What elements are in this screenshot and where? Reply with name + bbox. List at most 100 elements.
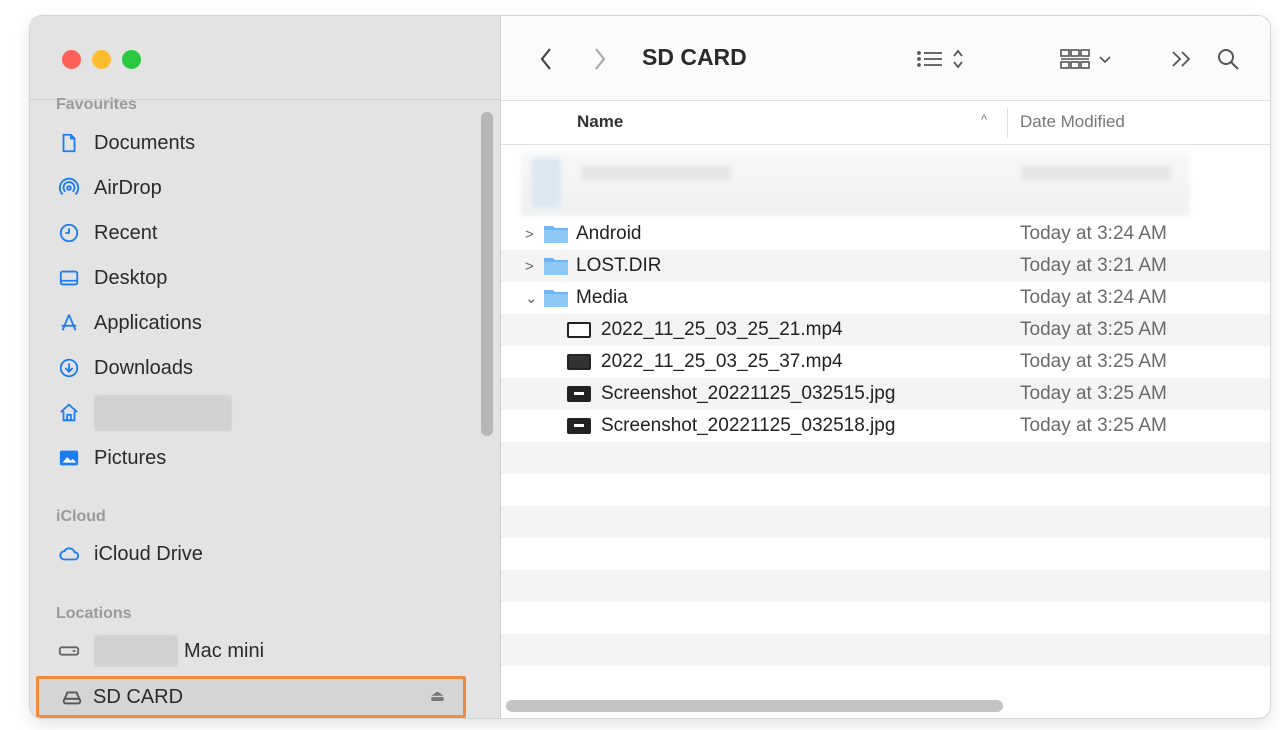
file-row-image[interactable]: Screenshot_20221125_032518.jpg Today at … (501, 410, 1270, 442)
file-date: Today at 3:24 AM (1020, 287, 1167, 308)
empty-row (501, 570, 1270, 602)
file-date: Today at 3:25 AM (1020, 319, 1167, 340)
sidebar-item-applications[interactable]: Applications (56, 305, 202, 341)
finder-window: Favourites Documents AirDrop Recent Desk… (30, 16, 1270, 718)
empty-row (501, 634, 1270, 666)
file-row-lost-dir[interactable]: > LOST.DIR Today at 3:21 AM (501, 250, 1270, 282)
eject-icon[interactable]: ⏏ (430, 686, 445, 706)
mac-mini-icon (56, 638, 82, 664)
sidebar-item-sd-card[interactable]: SD CARD ⏏ (36, 676, 466, 718)
file-date: Today at 3:24 AM (1020, 223, 1167, 244)
file-row-video[interactable]: 2022_11_25_03_25_21.mp4 Today at 3:25 AM (501, 314, 1270, 346)
sidebar-section-locations: Locations (56, 605, 132, 622)
sidebar-item-downloads[interactable]: Downloads (56, 350, 193, 386)
empty-row (501, 442, 1270, 474)
file-name: Android (576, 223, 642, 244)
sidebar-section-favourites: Favourites (56, 96, 137, 113)
file-name: Screenshot_20221125_032515.jpg (601, 383, 896, 404)
sidebar-item-label: Documents (94, 131, 196, 154)
more-button[interactable] (1165, 42, 1199, 76)
chevron-right-icon[interactable]: > (525, 226, 541, 243)
folder-icon (544, 258, 568, 275)
file-name: LOST.DIR (576, 255, 662, 276)
file-date: Today at 3:21 AM (1020, 255, 1167, 276)
window-controls (62, 50, 141, 69)
empty-row (501, 506, 1270, 538)
video-file-icon (567, 322, 591, 338)
redacted-computer-name (94, 635, 178, 667)
redacted-row (521, 152, 1190, 216)
file-row-media[interactable]: ⌄ Media Today at 3:24 AM (501, 282, 1270, 314)
list-view-icon (917, 49, 963, 69)
sidebar-item-label: Downloads (94, 356, 193, 379)
file-row-video[interactable]: 2022_11_25_03_25_37.mp4 Today at 3:25 AM (501, 346, 1270, 378)
view-options-button[interactable] (911, 42, 975, 76)
zoom-button[interactable] (122, 50, 141, 69)
search-button[interactable] (1211, 42, 1245, 76)
horizontal-scrollbar[interactable] (506, 700, 1003, 712)
sidebar-item-label: Pictures (94, 446, 167, 469)
more-icon (1172, 51, 1191, 67)
search-icon (1218, 49, 1239, 70)
sidebar-item-airdrop[interactable]: AirDrop (56, 170, 162, 206)
chevron-right-icon (595, 48, 606, 70)
sidebar-item-label: Desktop (94, 266, 168, 289)
cloud-icon (56, 541, 82, 567)
chevron-left-icon (540, 48, 551, 70)
sidebar-item-icloud-drive[interactable]: iCloud Drive (56, 536, 203, 572)
file-name: Screenshot_20221125_032518.jpg (601, 415, 896, 436)
folder-icon (544, 226, 568, 243)
desktop-icon (56, 265, 82, 291)
video-file-icon (567, 354, 591, 370)
group-button[interactable] (1057, 42, 1121, 76)
file-date: Today at 3:25 AM (1020, 383, 1167, 404)
image-file-icon (567, 386, 591, 402)
applications-icon (56, 310, 82, 336)
sidebar-item-home[interactable] (56, 395, 232, 431)
folder-icon (544, 290, 568, 307)
sidebar-item-pictures[interactable]: Pictures (56, 440, 166, 476)
window-title: SD CARD (642, 44, 747, 70)
chevron-right-icon[interactable]: > (525, 258, 541, 275)
sidebar-item-desktop[interactable]: Desktop (56, 260, 167, 296)
redacted-username (94, 395, 232, 431)
document-icon (56, 130, 82, 156)
file-date: Today at 3:25 AM (1020, 415, 1167, 436)
file-row-image[interactable]: Screenshot_20221125_032515.jpg Today at … (501, 378, 1270, 410)
sidebar-scrollbar[interactable] (481, 112, 493, 436)
group-icon (1060, 49, 1111, 69)
sidebar-item-label: Applications (94, 311, 202, 334)
file-name: 2022_11_25_03_25_21.mp4 (601, 319, 843, 340)
column-header: Name ^ Date Modified (501, 102, 1270, 145)
minimize-button[interactable] (92, 50, 111, 69)
column-date-header[interactable]: Date Modified (1020, 112, 1125, 132)
sidebar-item-documents[interactable]: Documents (56, 125, 195, 161)
file-name: Media (576, 287, 628, 308)
file-list: > Android Today at 3:24 AM > LOST.DIR To… (501, 152, 1270, 710)
column-name-header[interactable]: Name (577, 112, 623, 132)
forward-button[interactable] (585, 42, 615, 76)
column-separator[interactable] (1007, 108, 1008, 138)
clock-icon (56, 220, 82, 246)
file-name: 2022_11_25_03_25_37.mp4 (601, 351, 843, 372)
sidebar-item-label: iCloud Drive (94, 542, 203, 565)
back-button[interactable] (531, 42, 561, 76)
file-row-android[interactable]: > Android Today at 3:24 AM (501, 218, 1270, 250)
airdrop-icon (56, 175, 82, 201)
image-file-icon (567, 418, 591, 434)
main-content: SD CARD Name ^ Date Modified > Android T… (501, 16, 1270, 718)
sidebar-item-label: SD CARD (93, 685, 184, 708)
sidebar-item-label: AirDrop (94, 176, 162, 199)
home-icon (56, 400, 82, 426)
sidebar-section-icloud: iCloud (56, 508, 106, 525)
sidebar-item-mac-mini[interactable]: Mac mini (56, 633, 264, 669)
sort-ascending-icon: ^ (981, 112, 988, 127)
toolbar: SD CARD (501, 16, 1270, 101)
sidebar-item-label: Mac mini (184, 639, 265, 662)
close-button[interactable] (62, 50, 81, 69)
drive-icon (59, 684, 85, 710)
sidebar: Favourites Documents AirDrop Recent Desk… (30, 16, 501, 718)
download-icon (56, 355, 82, 381)
sidebar-item-recent[interactable]: Recent (56, 215, 157, 251)
chevron-down-icon[interactable]: ⌄ (525, 289, 541, 307)
